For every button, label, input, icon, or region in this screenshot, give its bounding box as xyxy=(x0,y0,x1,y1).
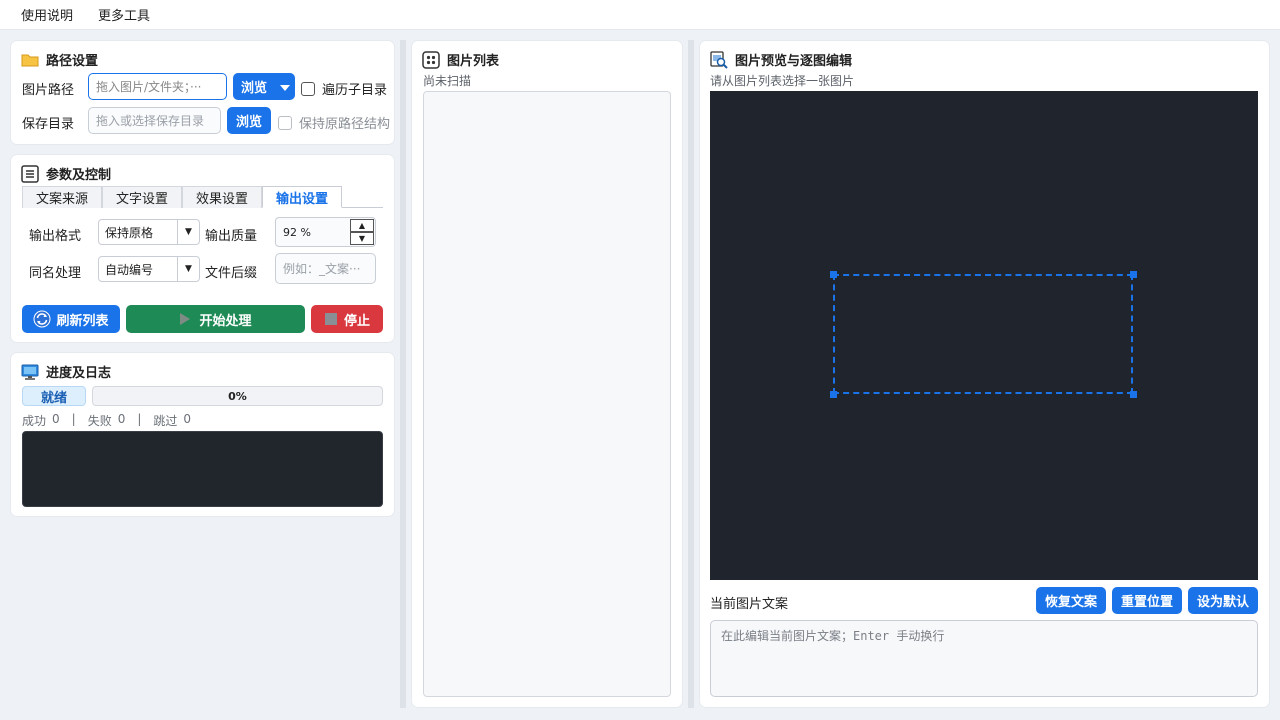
status-badge: 就绪 xyxy=(22,386,86,406)
list-icon xyxy=(21,164,39,183)
fail-label: 失败 xyxy=(87,414,112,428)
preview-card: 图片预览与逐图编辑 请从图片列表选择一张图片 当前图片文案 恢复文案 重置位置 … xyxy=(700,41,1269,707)
progress-log-card: 进度及日志 就绪 0% 成功 0 | 失败 0 | 跳过 0 xyxy=(11,353,394,516)
output-quality-spinbox[interactable]: 92 % ▲ ▼ xyxy=(275,217,376,247)
image-list-title: 图片列表 xyxy=(422,50,499,69)
chevron-down-icon[interactable] xyxy=(279,82,291,97)
text-region-box[interactable] xyxy=(833,274,1133,394)
start-label: 开始处理 xyxy=(199,313,252,329)
success-count: 0 xyxy=(52,412,60,426)
image-list-card: 图片列表 尚未扫描 xyxy=(412,41,682,707)
splitter-right[interactable] xyxy=(688,40,694,708)
recursive-label: 遍历子目录 xyxy=(322,83,388,98)
progress-title: 进度及日志 xyxy=(21,362,111,381)
folder-icon xyxy=(21,51,39,69)
checkbox-box[interactable] xyxy=(301,81,315,96)
preview-title: 图片预览与逐图编辑 xyxy=(710,50,852,69)
stats-separator: | xyxy=(137,412,142,426)
path-settings-title: 路径设置 xyxy=(21,50,98,69)
menu-bar: 使用说明 更多工具 xyxy=(0,0,1280,30)
list-status: 尚未扫描 xyxy=(423,74,472,88)
refresh-label: 刷新列表 xyxy=(56,313,109,329)
same-name-select[interactable]: 自动编号 ▼ xyxy=(98,256,200,282)
checkbox-box[interactable] xyxy=(278,115,292,130)
image-search-icon xyxy=(710,50,728,69)
caption-textarea[interactable]: 在此编辑当前图片文案；Enter 手动换行 xyxy=(710,620,1258,697)
skip-label: 跳过 xyxy=(153,414,178,428)
browse-button-label: 浏览 xyxy=(241,81,268,96)
play-icon xyxy=(179,312,191,326)
stats-line: 成功 0 | 失败 0 | 跳过 0 xyxy=(22,412,197,429)
browse-save-dir-button[interactable]: 浏览 xyxy=(227,107,271,134)
splitter-left[interactable] xyxy=(400,40,406,708)
preview-hint: 请从图片列表选择一张图片 xyxy=(710,74,855,88)
path-settings-card: 路径设置 图片路径 拖入图片/文件夹；··· 浏览 遍历子目录 保存目录 拖入或… xyxy=(11,41,394,144)
params-tabs: 文案来源 文字设置 效果设置 输出设置 xyxy=(22,186,383,208)
stop-icon xyxy=(324,312,338,326)
resize-handle-br[interactable] xyxy=(1130,391,1137,398)
preview-canvas[interactable] xyxy=(710,91,1258,580)
stop-button[interactable]: 停止 xyxy=(311,305,383,333)
tab-text-source[interactable]: 文案来源 xyxy=(22,186,102,208)
refresh-list-button[interactable]: 刷新列表 xyxy=(22,305,120,333)
tab-text-settings[interactable]: 文字设置 xyxy=(102,186,182,208)
same-name-label: 同名处理 xyxy=(29,266,82,281)
set-default-button[interactable]: 设为默认 xyxy=(1188,587,1258,614)
params-title: 参数及控制 xyxy=(21,164,111,183)
stats-separator: | xyxy=(71,412,76,426)
fail-count: 0 xyxy=(117,412,126,426)
progress-text: 0% xyxy=(228,389,247,403)
resize-handle-tr[interactable] xyxy=(1130,271,1137,278)
stop-label: 停止 xyxy=(343,313,370,329)
save-dir-input[interactable]: 拖入或选择保存目录 xyxy=(88,107,221,134)
start-process-button[interactable]: 开始处理 xyxy=(126,305,305,333)
menu-more-tools[interactable]: 更多工具 xyxy=(98,5,150,24)
restore-text-button[interactable]: 恢复文案 xyxy=(1036,587,1106,614)
recursive-checkbox[interactable]: 遍历子目录 xyxy=(301,79,387,98)
chevron-down-icon[interactable]: ▼ xyxy=(177,257,199,281)
tab-output-settings[interactable]: 输出设置 xyxy=(262,186,342,208)
refresh-icon xyxy=(33,310,51,328)
file-suffix-input[interactable]: 例如：_文案··· xyxy=(275,253,376,284)
image-path-label: 图片路径 xyxy=(22,83,75,98)
chevron-down-icon[interactable]: ▼ xyxy=(177,220,199,244)
image-list-title-text: 图片列表 xyxy=(447,54,500,69)
monitor-icon xyxy=(21,363,39,381)
progress-bar: 0% xyxy=(92,386,383,406)
file-suffix-label: 文件后缀 xyxy=(205,266,258,281)
menu-usage[interactable]: 使用说明 xyxy=(21,5,73,24)
caption-label: 当前图片文案 xyxy=(710,597,789,612)
keep-structure-label: 保持原路径结构 xyxy=(299,117,391,132)
output-format-value: 保持原格 xyxy=(105,225,154,240)
image-path-input[interactable]: 拖入图片/文件夹；··· xyxy=(88,73,227,100)
tab-effect-settings[interactable]: 效果设置 xyxy=(182,186,262,208)
keep-structure-checkbox[interactable]: 保持原路径结构 xyxy=(278,113,390,132)
output-quality-value: 92 % xyxy=(283,225,311,239)
reset-position-button[interactable]: 重置位置 xyxy=(1112,587,1182,614)
resize-handle-bl[interactable] xyxy=(830,391,837,398)
progress-title-text: 进度及日志 xyxy=(46,366,112,381)
output-quality-label: 输出质量 xyxy=(205,229,258,244)
output-format-label: 输出格式 xyxy=(29,229,82,244)
image-list-box[interactable] xyxy=(423,91,671,697)
save-dir-label: 保存目录 xyxy=(22,117,75,132)
browse-dropdown-button[interactable]: 浏览 xyxy=(233,73,295,100)
success-label: 成功 xyxy=(22,414,47,428)
spin-up-icon[interactable]: ▲ xyxy=(350,219,374,232)
params-card: 参数及控制 文案来源 文字设置 效果设置 输出设置 输出格式 保持原格 ▼ 输出… xyxy=(11,155,394,342)
same-name-value: 自动编号 xyxy=(105,262,154,277)
grid-icon xyxy=(422,50,440,69)
params-title-text: 参数及控制 xyxy=(46,168,112,183)
skip-count: 0 xyxy=(183,412,192,426)
output-format-select[interactable]: 保持原格 ▼ xyxy=(98,219,200,245)
log-output[interactable] xyxy=(22,431,383,507)
path-settings-title-text: 路径设置 xyxy=(46,54,99,69)
preview-title-text: 图片预览与逐图编辑 xyxy=(735,54,853,69)
resize-handle-tl[interactable] xyxy=(830,271,837,278)
spin-down-icon[interactable]: ▼ xyxy=(350,232,374,245)
